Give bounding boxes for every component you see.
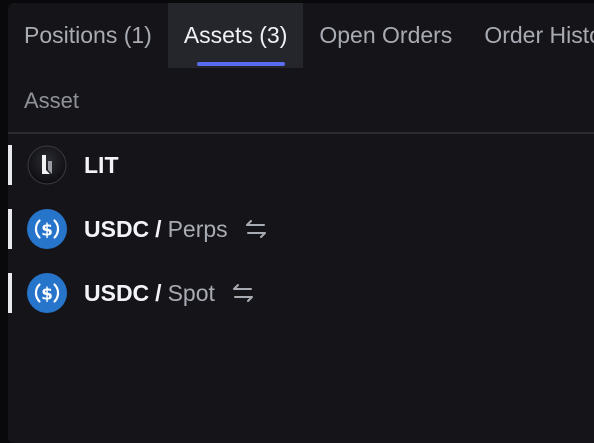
tab-positions-label: Positions (1)	[24, 22, 152, 48]
usdc-icon: $	[27, 209, 67, 249]
row-marker	[8, 209, 12, 249]
transfer-arrows-icon[interactable]	[244, 217, 268, 241]
asset-market: Spot	[167, 279, 215, 306]
tab-assets[interactable]: Assets (3)	[167, 3, 304, 68]
usdc-icon: $	[27, 273, 67, 313]
asset-symbol: USDC	[84, 215, 150, 242]
tab-open-orders-label: Open Orders	[319, 22, 453, 48]
asset-separator: /	[155, 215, 162, 242]
asset-row-usdc-spot[interactable]: $ USDC / Spot	[8, 261, 588, 325]
asset-column-header[interactable]: Asset	[24, 88, 79, 114]
tab-open-orders[interactable]: Open Orders	[303, 3, 468, 68]
asset-row-usdc-perps[interactable]: $ USDC / Perps	[8, 197, 588, 261]
tab-order-history-label: Order History	[484, 22, 594, 48]
asset-label: USDC / Perps	[84, 197, 268, 261]
row-marker	[8, 273, 12, 313]
asset-symbol: USDC	[84, 279, 150, 306]
asset-market: Perps	[167, 215, 228, 242]
row-marker	[8, 145, 12, 185]
asset-row-lit[interactable]: LIT	[8, 133, 588, 197]
asset-symbol: LIT	[84, 151, 119, 178]
transfer-arrows-icon[interactable]	[231, 281, 255, 305]
tab-bar: Positions (1) Assets (3) Open Orders Ord…	[8, 3, 594, 68]
tab-positions[interactable]: Positions (1)	[8, 3, 168, 68]
asset-separator: /	[155, 279, 162, 306]
tab-assets-label: Assets (3)	[183, 22, 288, 48]
asset-label: LIT	[84, 133, 119, 197]
svg-text:$: $	[41, 285, 53, 305]
active-tab-indicator	[196, 62, 285, 66]
svg-text:$: $	[41, 221, 53, 241]
asset-label: USDC / Spot	[84, 261, 255, 325]
tab-order-history[interactable]: Order History	[468, 3, 594, 68]
lit-logo-icon	[27, 145, 67, 185]
assets-panel: Positions (1) Assets (3) Open Orders Ord…	[8, 3, 594, 443]
